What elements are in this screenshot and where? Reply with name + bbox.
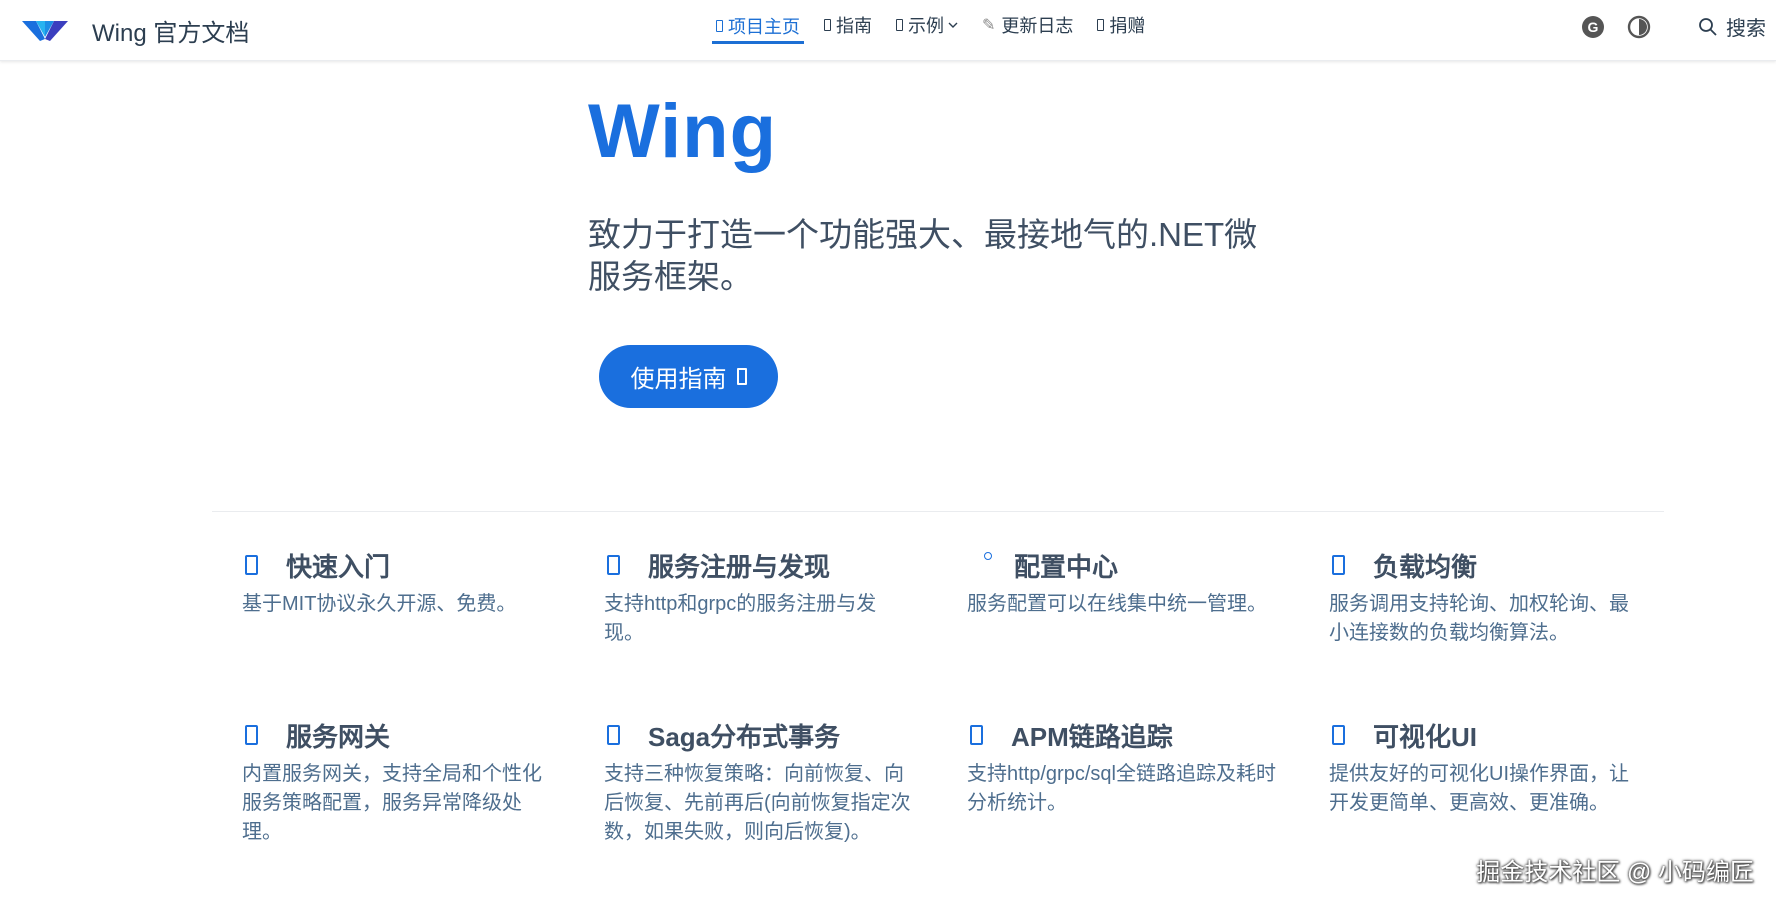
- navbar: Wing 官方文档 项目主页 指南 示例 ✎ 更新日志 捐赠 G 搜索: [0, 0, 1776, 61]
- feature-desc: 支持三种恢复策略：向前恢复、向后恢复、先前再后(向前恢复指定次数，如果失败，则向…: [604, 763, 911, 843]
- transaction-icon: [607, 725, 620, 745]
- nav-item-label: 项目主页: [728, 16, 800, 37]
- feature-desc: 服务调用支持轮询、加权轮询、最小连接数的负载均衡算法。: [1329, 593, 1629, 644]
- feature-title: 配置中心: [967, 548, 1277, 582]
- home-link[interactable]: Wing 官方文档: [22, 8, 249, 52]
- dashboard-icon: [1332, 725, 1345, 745]
- nav-item-donate[interactable]: 捐赠: [1093, 10, 1149, 40]
- nav-item-home[interactable]: 项目主页: [712, 10, 804, 44]
- nav-item-guide[interactable]: 指南: [820, 10, 876, 40]
- guide-action-button[interactable]: 使用指南: [599, 345, 778, 408]
- watermark: 掘金技术社区 @ 小码编匠: [1476, 859, 1754, 886]
- feature-card: APM链路追踪 支持http/grpc/sql全链路追踪及耗时分析统计。: [967, 718, 1277, 818]
- changelog-icon: ✎: [982, 17, 996, 34]
- examples-icon: [896, 19, 903, 31]
- main-nav: 项目主页 指南 示例 ✎ 更新日志 捐赠: [712, 0, 1165, 61]
- chevron-down-icon: [948, 22, 958, 28]
- nav-item-label: 指南: [836, 16, 872, 36]
- feature-desc: 服务配置可以在线集中统一管理。: [967, 593, 1267, 615]
- arrow-icon: [736, 368, 747, 385]
- config-icon: [984, 552, 992, 560]
- donate-icon: [1097, 19, 1105, 31]
- load-balance-icon: [1332, 555, 1345, 575]
- feature-title-text: 快速入门: [286, 551, 391, 582]
- feature-title-text: 可视化UI: [1373, 721, 1478, 752]
- wing-logo-icon: [22, 21, 68, 41]
- site-name: Wing 官方文档: [92, 19, 250, 47]
- feature-title-text: 服务网关: [286, 721, 391, 752]
- feature-title: 可视化UI: [1329, 718, 1639, 752]
- hero-tagline: 致力于打造一个功能强大、最接地气的.NET微服务框架。: [588, 216, 1258, 295]
- feature-title: 服务注册与发现: [604, 548, 914, 582]
- svg-text:G: G: [1588, 19, 1599, 35]
- feature-card: 服务网关 内置服务网关，支持全局和个性化服务策略配置，服务异常降级处理。: [242, 718, 552, 847]
- github-icon[interactable]: G: [1580, 14, 1606, 40]
- feature-desc: 支持http/grpc/sql全链路追踪及耗时分析统计。: [967, 763, 1276, 814]
- hero-title: Wing: [588, 89, 778, 174]
- feature-card: 负载均衡 服务调用支持轮询、加权轮询、最小连接数的负载均衡算法。: [1329, 548, 1639, 648]
- divider: [212, 511, 1664, 512]
- search-label: 搜索: [1726, 18, 1766, 40]
- theme-toggle-icon[interactable]: [1626, 14, 1652, 40]
- feature-desc: 内置服务网关，支持全局和个性化服务策略配置，服务异常降级处理。: [242, 763, 542, 843]
- nav-item-examples[interactable]: 示例: [892, 10, 962, 40]
- feature-desc: 支持http和grpc的服务注册与发现。: [604, 593, 877, 644]
- feature-title: 服务网关: [242, 718, 552, 752]
- feature-card: 快速入门 基于MIT协议永久开源、免费。: [242, 548, 552, 619]
- feature-card: 服务注册与发现 支持http和grpc的服务注册与发现。: [604, 548, 914, 648]
- rocket-icon: [245, 555, 258, 575]
- home-icon: [716, 19, 723, 32]
- feature-title-text: 负载均衡: [1373, 551, 1478, 582]
- guide-action-label: 使用指南: [630, 366, 727, 393]
- feature-desc: 提供友好的可视化UI操作界面，让开发更简单、更高效、更准确。: [1329, 763, 1629, 814]
- nav-actions: G 搜索: [1580, 12, 1766, 41]
- nav-item-label: 更新日志: [1001, 16, 1074, 36]
- feature-desc: 基于MIT协议永久开源、免费。: [242, 593, 517, 615]
- service-discovery-icon: [607, 555, 620, 575]
- feature-title-text: 配置中心: [1014, 551, 1119, 582]
- gateway-icon: [245, 725, 258, 745]
- feature-title: Saga分布式事务: [604, 718, 914, 752]
- feature-card: Saga分布式事务 支持三种恢复策略：向前恢复、向后恢复、先前再后(向前恢复指定…: [604, 718, 914, 847]
- feature-card: 配置中心 服务配置可以在线集中统一管理。: [967, 548, 1277, 619]
- feature-title-text: Saga分布式事务: [648, 721, 841, 752]
- nav-item-label: 示例: [908, 16, 944, 36]
- feature-title: 快速入门: [242, 548, 552, 582]
- nav-item-label: 捐赠: [1109, 16, 1146, 36]
- feature-card: 可视化UI 提供友好的可视化UI操作界面，让开发更简单、更高效、更准确。: [1329, 718, 1639, 818]
- tracing-icon: [970, 725, 983, 745]
- feature-title: APM链路追踪: [967, 718, 1277, 752]
- feature-title-text: 服务注册与发现: [648, 551, 831, 582]
- nav-item-changelog[interactable]: ✎ 更新日志: [978, 10, 1077, 40]
- guide-icon: [824, 19, 831, 31]
- search-icon: [1699, 17, 1717, 36]
- search-button[interactable]: 搜索: [1698, 12, 1766, 41]
- feature-title-text: APM链路追踪: [1011, 721, 1173, 752]
- feature-title: 负载均衡: [1329, 548, 1639, 582]
